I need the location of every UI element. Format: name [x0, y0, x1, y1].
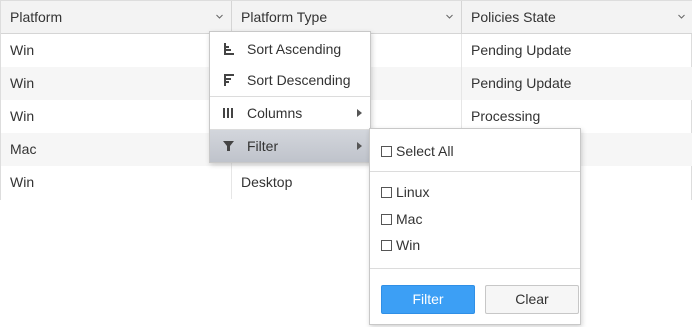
policies-state-cell: Pending Update	[471, 42, 572, 58]
checkbox-label: Linux	[396, 184, 430, 200]
clear-button[interactable]: Clear	[485, 285, 579, 314]
filter-panel: Select All Linux Mac Win Filter Clear	[369, 128, 581, 325]
filter-option-win[interactable]: Win	[381, 235, 420, 255]
checkbox-label: Mac	[396, 211, 423, 227]
filter-option-linux[interactable]: Linux	[381, 182, 429, 202]
platform-cell: Win	[1, 100, 232, 133]
checkbox-label: Select All	[396, 143, 454, 159]
filter-option-mac[interactable]: Mac	[381, 209, 422, 229]
platform-cell: Win	[1, 34, 232, 67]
column-header-label: Policies State	[471, 9, 556, 25]
table-row[interactable]: Win Desktop	[1, 166, 692, 199]
filter-divider	[370, 268, 580, 269]
menu-item-label: Columns	[247, 105, 303, 121]
platform-cell: Win	[1, 67, 232, 100]
platform-cell: Mac	[1, 133, 232, 166]
column-header-policies-state[interactable]: Policies State	[462, 1, 692, 34]
submenu-arrow-icon	[357, 142, 362, 150]
column-header-label: Platform Type	[241, 9, 328, 25]
menu-item-sort-descending[interactable]: Sort Descending	[210, 64, 370, 96]
column-header-platform-type[interactable]: Platform Type	[232, 1, 462, 34]
checkbox[interactable]	[381, 214, 392, 225]
checkbox-label: Win	[396, 237, 421, 253]
filter-icon	[223, 141, 234, 151]
menu-item-columns[interactable]: Columns	[210, 97, 370, 129]
checkbox[interactable]	[381, 146, 392, 157]
chevron-down-icon[interactable]	[446, 13, 453, 20]
sort-ascending-icon	[224, 43, 234, 55]
submenu-arrow-icon	[357, 109, 362, 117]
policies-state-cell: Pending Update	[471, 75, 572, 91]
columns-icon	[223, 108, 233, 118]
checkbox[interactable]	[381, 187, 392, 198]
platform-cell: Win	[1, 166, 232, 199]
chevron-down-icon[interactable]	[216, 13, 223, 20]
grid-header: Platform Platform Type Policies State	[1, 0, 692, 34]
chevron-down-icon[interactable]	[678, 13, 685, 20]
column-header-platform[interactable]: Platform	[1, 1, 232, 34]
checkbox[interactable]	[381, 240, 392, 251]
sort-descending-icon	[224, 74, 234, 86]
select-all-checkbox[interactable]: Select All	[381, 141, 454, 161]
filter-divider	[370, 171, 580, 172]
menu-item-label: Filter	[247, 138, 279, 154]
filter-button[interactable]: Filter	[381, 285, 475, 314]
menu-item-label: Sort Descending	[247, 72, 351, 88]
menu-item-filter[interactable]: Filter	[210, 130, 370, 162]
menu-item-sort-ascending[interactable]: Sort Ascending	[210, 33, 370, 65]
column-header-label: Platform	[10, 9, 63, 25]
column-menu: Sort Ascending Sort Descending Columns F…	[209, 31, 371, 163]
menu-item-label: Sort Ascending	[247, 41, 342, 57]
